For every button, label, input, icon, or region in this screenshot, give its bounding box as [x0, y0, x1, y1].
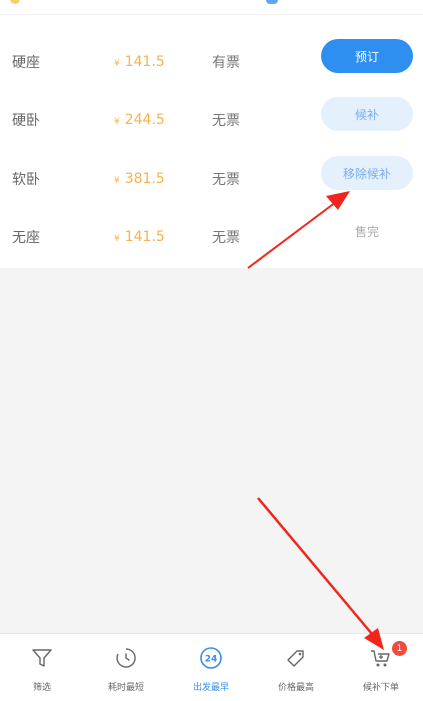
- tab-waitlist-order[interactable]: 候补下单: [339, 634, 423, 701]
- tab-price[interactable]: 价格最高: [254, 634, 338, 701]
- seat-price: ¥141.5: [114, 229, 165, 245]
- clock-icon: [116, 648, 136, 668]
- availability: 无票: [212, 113, 240, 129]
- filter-icon: [32, 649, 52, 667]
- seat-price: ¥244.5: [114, 112, 165, 128]
- arrow-line: [257, 497, 373, 635]
- tab-duration[interactable]: 耗时最短: [84, 634, 168, 701]
- seat-list: 硬座 ¥141.5 有票 预订 硬卧 ¥244.5 无票 候补 软卧 ¥381.…: [0, 15, 423, 268]
- availability: 无票: [212, 172, 240, 188]
- sold-out-label: 售完: [354, 224, 379, 239]
- price-value: 381.5: [124, 171, 165, 187]
- top-strip: [0, 0, 423, 15]
- seat-type: 无座: [12, 230, 40, 246]
- price-value: 141.5: [124, 229, 165, 245]
- seat-row-hard-seat: 硬座 ¥141.5 有票 预订: [0, 34, 423, 92]
- price-tag-icon: [287, 650, 304, 667]
- availability: 无票: [212, 230, 240, 246]
- tab-label: 出发最早: [192, 683, 229, 693]
- tab-label: 价格最高: [277, 683, 314, 693]
- book-button[interactable]: 预订: [321, 39, 413, 73]
- price-value: 141.5: [124, 54, 165, 70]
- partial-icon: [266, 0, 278, 4]
- bottom-toolbar: 筛选 耗时最短 24 出发最早 价格最高 候补下单: [0, 633, 423, 701]
- seat-price: ¥381.5: [114, 171, 165, 187]
- seat-row-soft-sleeper: 软卧 ¥381.5 无票 移除候补: [0, 151, 423, 209]
- tab-label: 候补下单: [362, 683, 399, 693]
- remove-waitlist-button[interactable]: 移除候补: [321, 156, 413, 190]
- tab-label: 耗时最短: [107, 683, 144, 693]
- currency-symbol: ¥: [114, 59, 120, 69]
- seat-type: 软卧: [12, 172, 40, 188]
- tab-label: 筛选: [32, 683, 51, 693]
- seat-price: ¥141.5: [114, 54, 165, 70]
- seat-type: 硬座: [12, 55, 40, 71]
- cart-icon: [371, 650, 390, 667]
- tab-filter[interactable]: 筛选: [0, 634, 84, 701]
- seat-row-hard-sleeper: 硬卧 ¥244.5 无票 候补: [0, 92, 423, 150]
- seat-type: 硬卧: [12, 113, 40, 129]
- clock-24-text: 24: [205, 655, 218, 665]
- seat-row-no-seat: 无座 ¥141.5 无票 售完: [0, 209, 423, 267]
- currency-symbol: ¥: [114, 176, 120, 186]
- partial-icon: [10, 0, 20, 4]
- price-value: 244.5: [124, 112, 165, 128]
- waitlist-button[interactable]: 候补: [321, 97, 413, 131]
- tab-departure[interactable]: 24 出发最早: [169, 634, 253, 701]
- currency-symbol: ¥: [114, 117, 120, 127]
- availability: 有票: [212, 55, 240, 71]
- currency-symbol: ¥: [114, 234, 120, 244]
- clock-24-icon: 24: [200, 647, 222, 669]
- cart-badge: 1: [392, 641, 407, 656]
